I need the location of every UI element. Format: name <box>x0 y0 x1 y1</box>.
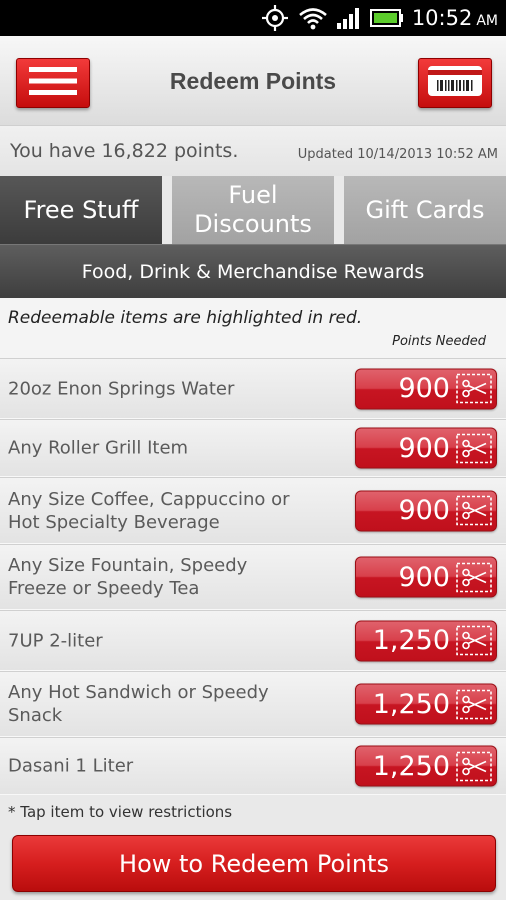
reward-item-name: Any Roller Grill Item <box>8 437 189 459</box>
loyalty-card-button[interactable] <box>418 58 492 108</box>
gps-icon <box>260 5 290 31</box>
status-bar: 10:52 AM <box>0 0 506 36</box>
coupon-scissors-icon <box>456 495 492 526</box>
coupon-scissors-icon <box>456 751 492 781</box>
legend: Redeemable items are highlighted in red.… <box>0 298 506 358</box>
coupon-scissors-icon <box>456 625 492 656</box>
tab-free-stuff[interactable]: Free Stuff <box>0 176 162 244</box>
points-value: 900 <box>398 432 450 464</box>
restrictions-footnote: * Tap item to view restrictions <box>8 803 233 821</box>
coupon-scissors-icon <box>456 562 492 592</box>
reward-item-name: Any Size Fountain, Speedy Freeze or Spee… <box>8 555 248 599</box>
updated-timestamp: Updated 10/14/2013 10:52 AM <box>297 146 498 162</box>
points-balance: You have 16,822 points. <box>10 140 239 162</box>
points-needed-label: Points Needed <box>392 334 486 349</box>
redeem-points-button[interactable]: 900 <box>355 427 497 469</box>
redeem-points-button[interactable]: 900 <box>355 490 497 531</box>
reward-item[interactable]: Any Size Coffee, Cappuccino or Hot Speci… <box>0 477 506 544</box>
reward-item[interactable]: 7UP 2-liter 1,250 <box>0 610 506 671</box>
redeem-points-button[interactable]: 1,250 <box>355 683 497 725</box>
redeemable-note: Redeemable items are highlighted in red. <box>8 308 363 328</box>
barcode-card-icon <box>427 65 483 101</box>
points-value: 1,250 <box>372 625 450 656</box>
redeem-points-button[interactable]: 900 <box>355 368 497 409</box>
app-header: Redeem Points <box>0 36 506 126</box>
reward-item[interactable]: Dasani 1 Liter 1,250 <box>0 737 506 795</box>
coupon-scissors-icon <box>456 433 492 463</box>
redeem-points-button[interactable]: 900 <box>355 556 497 598</box>
coupon-scissors-icon <box>456 689 492 719</box>
reward-item[interactable]: Any Roller Grill Item 900 <box>0 419 506 477</box>
reward-list: 20oz Enon Springs Water 900 Any Roller G… <box>0 358 506 795</box>
reward-item[interactable]: Any Hot Sandwich or Speedy Snack 1,250 <box>0 671 506 737</box>
signal-icon <box>336 6 362 30</box>
points-value: 1,250 <box>372 750 450 782</box>
reward-item-name: Any Size Coffee, Cappuccino or Hot Speci… <box>8 488 290 533</box>
wifi-icon <box>298 6 328 30</box>
reward-item[interactable]: 20oz Enon Springs Water 900 <box>0 358 506 419</box>
section-title: Food, Drink & Merchandise Rewards <box>0 244 506 298</box>
status-clock: 10:52 AM <box>411 6 498 30</box>
reward-item[interactable]: Any Size Fountain, Speedy Freeze or Spee… <box>0 544 506 610</box>
tab-gift-cards[interactable]: Gift Cards <box>344 176 506 244</box>
points-value: 900 <box>398 495 450 526</box>
redeem-points-button[interactable]: 1,250 <box>355 620 497 661</box>
reward-item-name: 7UP 2-liter <box>8 630 103 651</box>
reward-item-name: Any Hot Sandwich or Speedy Snack <box>8 682 269 726</box>
reward-item-name: 20oz Enon Springs Water <box>8 378 235 399</box>
how-to-redeem-button[interactable]: How to Redeem Points <box>12 835 496 892</box>
reward-tabs: Free Stuff Fuel Discounts Gift Cards <box>0 176 506 244</box>
points-value: 1,250 <box>372 688 450 720</box>
redeem-points-button[interactable]: 1,250 <box>355 745 497 787</box>
points-value: 900 <box>398 373 450 404</box>
points-value: 900 <box>398 561 450 593</box>
reward-item-name: Dasani 1 Liter <box>8 755 134 777</box>
tab-fuel-discounts[interactable]: Fuel Discounts <box>172 176 334 244</box>
coupon-scissors-icon <box>456 373 492 404</box>
battery-icon <box>369 8 404 28</box>
points-summary: You have 16,822 points. Updated 10/14/20… <box>0 126 506 176</box>
